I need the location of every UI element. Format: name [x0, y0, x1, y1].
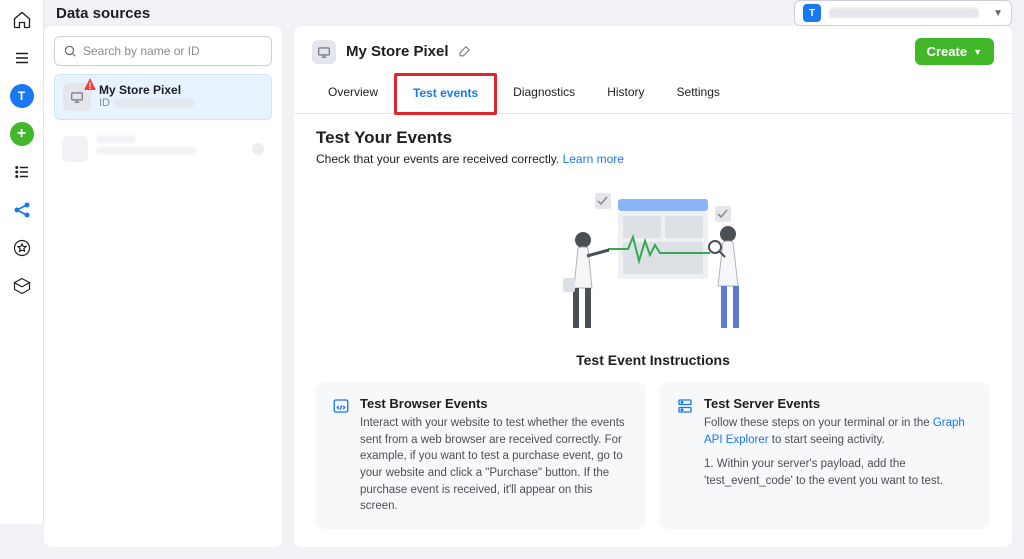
- tab-overview[interactable]: Overview: [312, 75, 394, 113]
- share-icon[interactable]: [10, 198, 34, 222]
- browser-card-body: Interact with your website to test wheth…: [360, 415, 630, 515]
- hero-illustration: Test Event Instructions: [316, 184, 990, 368]
- tab-diagnostics[interactable]: Diagnostics: [497, 75, 591, 113]
- left-nav-rail: T +: [0, 0, 44, 524]
- server-events-card: Test Server Events Follow these steps on…: [660, 382, 990, 529]
- browser-events-card: Test Browser Events Interact with your w…: [316, 382, 646, 529]
- server-icon: [676, 397, 694, 415]
- source-item-redacted[interactable]: [54, 128, 272, 170]
- account-badge: T: [803, 4, 821, 22]
- status-dot: [252, 143, 264, 155]
- home-icon[interactable]: [10, 8, 34, 32]
- create-button[interactable]: Create ▼: [915, 38, 994, 65]
- avatar[interactable]: T: [10, 84, 34, 108]
- star-badge-icon[interactable]: [10, 236, 34, 260]
- alert-icon: !: [84, 78, 96, 90]
- menu-icon[interactable]: [10, 46, 34, 70]
- box-icon[interactable]: [10, 274, 34, 298]
- server-card-step1: 1. Within your server's payload, add the…: [704, 456, 974, 489]
- account-name-redacted: [829, 8, 979, 18]
- tab-history[interactable]: History: [591, 75, 660, 113]
- monitor-icon: [312, 40, 336, 64]
- learn-more-link[interactable]: Learn more: [563, 152, 624, 166]
- source-title: My Store Pixel: [346, 43, 449, 60]
- server-card-title: Test Server Events: [704, 396, 974, 411]
- chevron-down-icon: ▼: [993, 8, 1003, 19]
- redacted-icon: [62, 136, 88, 162]
- sources-sidebar: ! My Store Pixel ID: [44, 26, 282, 547]
- source-item-mystore[interactable]: ! My Store Pixel ID: [54, 74, 272, 120]
- search-input-wrapper[interactable]: [54, 36, 272, 66]
- code-icon: [332, 397, 350, 415]
- tab-settings[interactable]: Settings: [661, 75, 736, 113]
- browser-card-title: Test Browser Events: [360, 396, 630, 411]
- monitor-icon: !: [63, 83, 91, 111]
- add-icon[interactable]: +: [10, 122, 34, 146]
- page-title: Data sources: [56, 5, 150, 22]
- edit-icon[interactable]: [459, 44, 472, 60]
- hero-title: Test Event Instructions: [576, 352, 730, 368]
- section-heading: Test Your Events: [316, 128, 990, 148]
- caret-down-icon: ▼: [973, 47, 982, 57]
- source-id-line: ID: [99, 97, 194, 109]
- tabs: Overview Test events Diagnostics History…: [294, 75, 1012, 114]
- search-input[interactable]: [83, 44, 263, 58]
- search-icon: [63, 44, 77, 58]
- tab-test-events[interactable]: Test events: [394, 73, 497, 115]
- section-subtext: Check that your events are received corr…: [316, 152, 990, 166]
- content-pane: My Store Pixel Create ▼ Overview Test ev…: [294, 26, 1012, 547]
- illustration-svg: [523, 184, 783, 344]
- list-icon[interactable]: [10, 160, 34, 184]
- server-card-body: Follow these steps on your terminal or i…: [704, 415, 974, 448]
- source-name: My Store Pixel: [99, 83, 194, 97]
- account-selector[interactable]: T ▼: [794, 0, 1012, 26]
